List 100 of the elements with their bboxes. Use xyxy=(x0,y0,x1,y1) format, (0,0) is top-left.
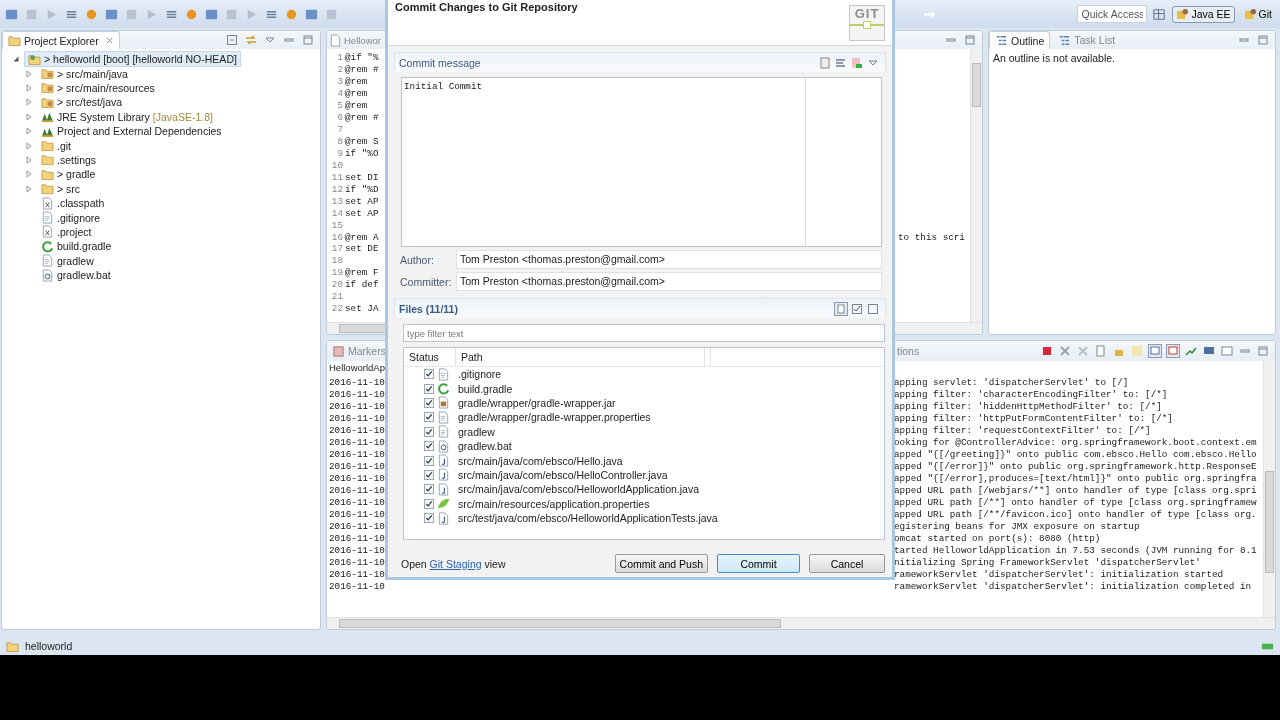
folder-icon xyxy=(41,167,54,181)
file-icon xyxy=(41,211,54,224)
select-all-icon[interactable] xyxy=(851,302,863,315)
maximize-icon[interactable] xyxy=(302,34,314,46)
checkbox[interactable] xyxy=(424,426,434,437)
git-staging-link[interactable]: Git Staging xyxy=(429,557,482,570)
deselect-all-icon[interactable] xyxy=(867,302,879,315)
tree-item[interactable]: .settings xyxy=(37,151,101,168)
untracked-files-icon[interactable] xyxy=(835,302,847,315)
tree-item[interactable]: .classpath xyxy=(37,195,109,212)
expand-toggle-icon[interactable] xyxy=(25,112,33,121)
tree-item[interactable]: Project and External Dependencies xyxy=(37,123,226,140)
author-field[interactable]: Tom Preston <thomas.preston@gmail.com> xyxy=(456,250,882,269)
java-file-icon xyxy=(437,482,450,496)
format-icon[interactable] xyxy=(835,56,847,69)
expand-toggle-icon[interactable] xyxy=(25,184,33,193)
link-icon[interactable] xyxy=(245,34,257,46)
gear-file-icon xyxy=(41,268,54,282)
checkbox[interactable] xyxy=(424,498,434,509)
quick-access-field[interactable]: Quick Access xyxy=(1077,5,1148,23)
expand-toggle-icon[interactable] xyxy=(25,69,33,78)
expand-toggle-icon[interactable] xyxy=(25,98,33,107)
code-line: @if "% xyxy=(345,52,379,64)
expand-toggle-icon[interactable] xyxy=(25,127,33,136)
tree-item[interactable]: build.gradle xyxy=(37,238,116,255)
tree-item[interactable]: > src/main/resources xyxy=(37,80,159,96)
close-icon[interactable] xyxy=(104,36,114,45)
line-number: 19 xyxy=(330,267,344,279)
collapse-all-icon[interactable] xyxy=(226,34,238,46)
vertical-scrollbar[interactable] xyxy=(1263,361,1275,617)
open-perspective-icon[interactable] xyxy=(1152,6,1168,22)
view-tab[interactable]: Project Explorer xyxy=(2,31,120,49)
code-line: @rem xyxy=(345,76,368,88)
filter-field[interactable]: type filter text xyxy=(403,324,885,342)
dialog-button[interactable]: Commit and Push xyxy=(614,554,708,573)
checkbox[interactable] xyxy=(424,397,434,408)
checkbox[interactable] xyxy=(424,369,434,380)
checkbox[interactable] xyxy=(424,484,434,495)
dialog-button[interactable]: Commit xyxy=(717,554,800,573)
log-line: omcat started on port(s): 8080 (http) xyxy=(894,532,1101,544)
maximize-icon[interactable] xyxy=(964,34,976,46)
checkbox[interactable] xyxy=(424,455,434,466)
gear-file-icon xyxy=(437,439,450,453)
checkbox[interactable] xyxy=(424,469,434,480)
close-icon[interactable] xyxy=(1059,345,1071,357)
code-line: @rem # xyxy=(345,64,379,76)
close-all-icon[interactable] xyxy=(1077,345,1089,357)
checkbox[interactable] xyxy=(424,412,434,423)
perspective-button[interactable]: Java EE xyxy=(1172,5,1235,23)
expand-toggle-icon[interactable] xyxy=(25,83,33,92)
horizontal-scrollbar[interactable] xyxy=(327,617,1275,629)
table-cell: src/main/java/com/ebsco/HelloworldApplication.java xyxy=(458,483,700,496)
sign-off-icon[interactable] xyxy=(851,56,863,69)
spell-check-icon[interactable] xyxy=(819,56,831,69)
tree-item[interactable]: > src/test/java xyxy=(37,94,127,111)
tree-item[interactable]: JRE System Library [JavaSE-1.8] xyxy=(37,108,217,125)
checkbox[interactable] xyxy=(424,441,434,452)
tree-item[interactable]: .gitignore xyxy=(37,209,105,226)
log-line: rameworkServlet 'dispatcherServlet': initialization started xyxy=(894,568,1224,580)
repository-logo: GIT xyxy=(849,5,885,41)
maximize-icon[interactable] xyxy=(1257,345,1269,357)
dialog-button[interactable]: Cancel xyxy=(809,554,885,573)
expand-toggle-icon[interactable] xyxy=(12,55,20,64)
log-line: 2016-11-10 xyxy=(329,448,385,460)
tree-item[interactable]: > src xyxy=(37,180,85,197)
column-header[interactable]: Path xyxy=(456,348,705,366)
tree-item[interactable]: gradlew.bat xyxy=(37,267,115,284)
expand-toggle-icon[interactable] xyxy=(25,141,33,150)
view-tab[interactable]: Outline xyxy=(989,31,1051,49)
expand-toggle-icon[interactable] xyxy=(25,155,33,164)
perspective-button[interactable]: Git xyxy=(1239,5,1276,23)
log-line: 2016-11-10 xyxy=(329,472,385,484)
line-number: 16 xyxy=(330,231,344,243)
tree-item[interactable]: gradlew xyxy=(37,252,98,269)
expand-toggle-icon[interactable] xyxy=(25,170,33,179)
maximize-icon[interactable] xyxy=(1257,34,1269,46)
tree-item[interactable]: .git xyxy=(37,137,75,154)
committer-field[interactable]: Tom Preston <thomas.preston@gmail.com> xyxy=(456,272,882,291)
file-icon xyxy=(437,410,450,424)
tree-item[interactable]: > helloworld [boot] [helloworld NO-HEAD] xyxy=(24,51,241,68)
column-header[interactable]: Status xyxy=(404,348,456,366)
show-error-icon[interactable] xyxy=(1167,345,1179,357)
line-number: 9 xyxy=(336,147,344,159)
console-header: HelloworldAp xyxy=(329,361,385,375)
log-line: 2016-11-10 xyxy=(329,424,385,436)
checkbox[interactable] xyxy=(424,383,434,394)
tree-item[interactable]: .project xyxy=(37,223,96,240)
log-line: egistering beans for JMX exposure on startup xyxy=(894,520,1140,532)
tree-item[interactable]: > gradle xyxy=(37,166,100,183)
code-line: if def xyxy=(345,279,379,291)
vertical-scrollbar[interactable] xyxy=(970,49,982,322)
line-number: 7 xyxy=(336,124,344,136)
leaf-icon xyxy=(437,497,450,511)
file-icon xyxy=(41,254,54,268)
code-line: set AP xyxy=(345,207,379,219)
checkbox[interactable] xyxy=(424,513,434,524)
library-icon xyxy=(41,110,54,124)
log-line: 2016-11-10 xyxy=(329,484,385,496)
commit-message-field[interactable]: Initial Commit xyxy=(401,77,882,247)
tree-item[interactable]: > src/main/java xyxy=(37,65,132,82)
